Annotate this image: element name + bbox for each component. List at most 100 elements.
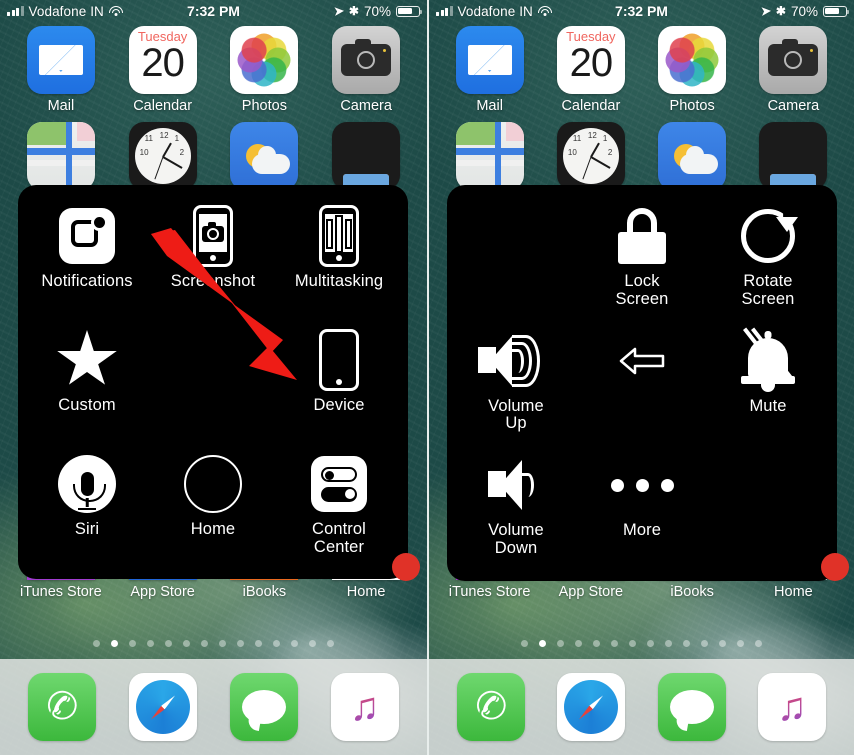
device-item-more[interactable]: More [579, 446, 705, 571]
app-calendar[interactable]: Tuesday 20 Calendar [112, 26, 214, 114]
signal-bars-icon [436, 6, 453, 16]
device-item-volume-up[interactable]: Volume Up [453, 322, 579, 447]
back-arrow-icon [619, 330, 665, 392]
page-dots[interactable] [429, 640, 854, 647]
status-bar: Vodafone IN 7:32 PM ➤ ✱ 70% [0, 0, 427, 22]
weather-icon [230, 122, 299, 190]
phone-icon[interactable]: ✆ [28, 673, 97, 741]
at-item-label: Home [190, 520, 236, 538]
calendar-day-number: 20 [141, 41, 184, 85]
at-item-custom[interactable]: Custom [24, 321, 150, 445]
at-item-label: Mute [749, 396, 787, 415]
app-label: App Store [558, 584, 624, 600]
at-item-label: Volume Up [488, 396, 544, 433]
at-item-siri[interactable]: Siri [24, 445, 150, 569]
at-item-home[interactable]: Home [150, 445, 276, 569]
page-dots[interactable] [0, 640, 427, 647]
camera-icon [332, 26, 401, 94]
app-maps[interactable] [10, 122, 112, 190]
app-label: Photos [669, 98, 715, 114]
device-submenu[interactable]: Lock Screen Rotate Screen Volume Up Mute… [447, 185, 849, 581]
device-item-rotate-screen[interactable]: Rotate Screen [705, 197, 831, 322]
mail-icon [455, 26, 524, 94]
at-item-label: Screenshot [170, 272, 256, 290]
calendar-icon: Tuesday 20 [128, 26, 197, 94]
app-clock[interactable]: 11 12 1 10 2 [540, 122, 641, 190]
at-item-screenshot[interactable]: Screenshot [150, 197, 276, 321]
messages-icon[interactable] [229, 673, 298, 741]
left-phone-screenshot: Vodafone IN 7:32 PM ➤ ✱ 70% Mail Tuesday… [0, 0, 427, 755]
device-item-empty-2 [705, 446, 831, 571]
music-icon[interactable]: ♫ [330, 673, 399, 741]
app-wallet[interactable] [315, 122, 417, 190]
at-item-label: Multitasking [294, 272, 384, 290]
siri-mic-icon [58, 453, 116, 515]
app-photos[interactable]: Photos [642, 26, 743, 114]
app-label: iTunes Store [20, 584, 102, 600]
assistivetouch-button[interactable] [821, 553, 849, 581]
location-arrow-icon: ➤ [760, 3, 772, 19]
wallet-icon [759, 122, 828, 190]
maps-icon [26, 122, 95, 190]
app-label: App Store [130, 584, 195, 600]
device-item-lock-screen[interactable]: Lock Screen [579, 197, 705, 322]
wifi-icon [108, 5, 123, 17]
app-label: Calendar [561, 98, 621, 114]
dual-screenshot-comparison: Vodafone IN 7:32 PM ➤ ✱ 70% Mail Tuesday… [0, 0, 854, 755]
control-center-icon [311, 453, 367, 515]
dock: ✆ ♫ [0, 659, 427, 755]
app-wallet[interactable] [743, 122, 844, 190]
battery-icon [823, 5, 850, 17]
device-item-volume-down[interactable]: Volume Down [453, 446, 579, 571]
app-weather[interactable] [214, 122, 316, 190]
app-maps[interactable] [439, 122, 540, 190]
app-mail[interactable]: Mail [10, 26, 112, 114]
assistivetouch-menu[interactable]: Notifications Screenshot Multitasking Cu… [18, 185, 420, 581]
at-item-label: Siri [74, 520, 100, 538]
volume-down-icon [488, 454, 544, 516]
battery-percent-label: 70% [790, 3, 818, 19]
app-camera[interactable]: Camera [315, 26, 417, 114]
app-mail[interactable]: Mail [439, 26, 540, 114]
mail-icon [26, 26, 95, 94]
assistivetouch-button[interactable] [392, 553, 420, 581]
maps-icon [455, 122, 524, 190]
at-item-empty [150, 321, 276, 445]
at-item-control-center[interactable]: Control Center [276, 445, 402, 569]
app-label: Calendar [133, 98, 193, 114]
at-item-label: More [623, 521, 661, 540]
battery-icon [396, 5, 423, 17]
at-item-notifications[interactable]: Notifications [24, 197, 150, 321]
at-item-multitasking[interactable]: Multitasking [276, 197, 402, 321]
music-icon[interactable]: ♫ [757, 673, 826, 741]
app-camera[interactable]: Camera [743, 26, 844, 114]
at-item-label: Volume Down [488, 521, 544, 558]
home-circle-icon [184, 453, 242, 515]
safari-icon[interactable] [129, 673, 198, 741]
app-label: iBooks [242, 584, 287, 600]
app-label: Photos [241, 98, 287, 114]
photos-icon [658, 26, 727, 94]
app-label: Mail [47, 98, 75, 114]
app-calendar[interactable]: Tuesday 20 Calendar [540, 26, 641, 114]
home-screen-grid: Mail Tuesday 20 Calendar Photos Camera 1… [0, 26, 427, 190]
safari-icon[interactable] [557, 673, 626, 741]
at-item-device[interactable]: Device [276, 321, 402, 445]
bluetooth-icon: ✱ [348, 4, 359, 18]
at-item-label: Custom [58, 396, 116, 414]
app-weather[interactable] [642, 122, 743, 190]
carrier-label: Vodafone IN [457, 3, 533, 19]
app-label: Home [346, 584, 386, 600]
app-photos[interactable]: Photos [214, 26, 316, 114]
device-item-back[interactable] [579, 322, 705, 447]
clock-icon: 11 12 1 10 2 [556, 122, 625, 190]
phone-icon[interactable]: ✆ [457, 673, 526, 741]
app-clock[interactable]: 11 12 1 10 2 [112, 122, 214, 190]
device-item-mute[interactable]: Mute [705, 322, 831, 447]
app-label: Mail [476, 98, 503, 114]
at-item-label: Notifications [41, 272, 133, 290]
wifi-icon [537, 5, 552, 17]
device-icon [319, 329, 359, 391]
messages-icon[interactable] [657, 673, 726, 741]
at-item-label: Rotate Screen [741, 272, 795, 308]
